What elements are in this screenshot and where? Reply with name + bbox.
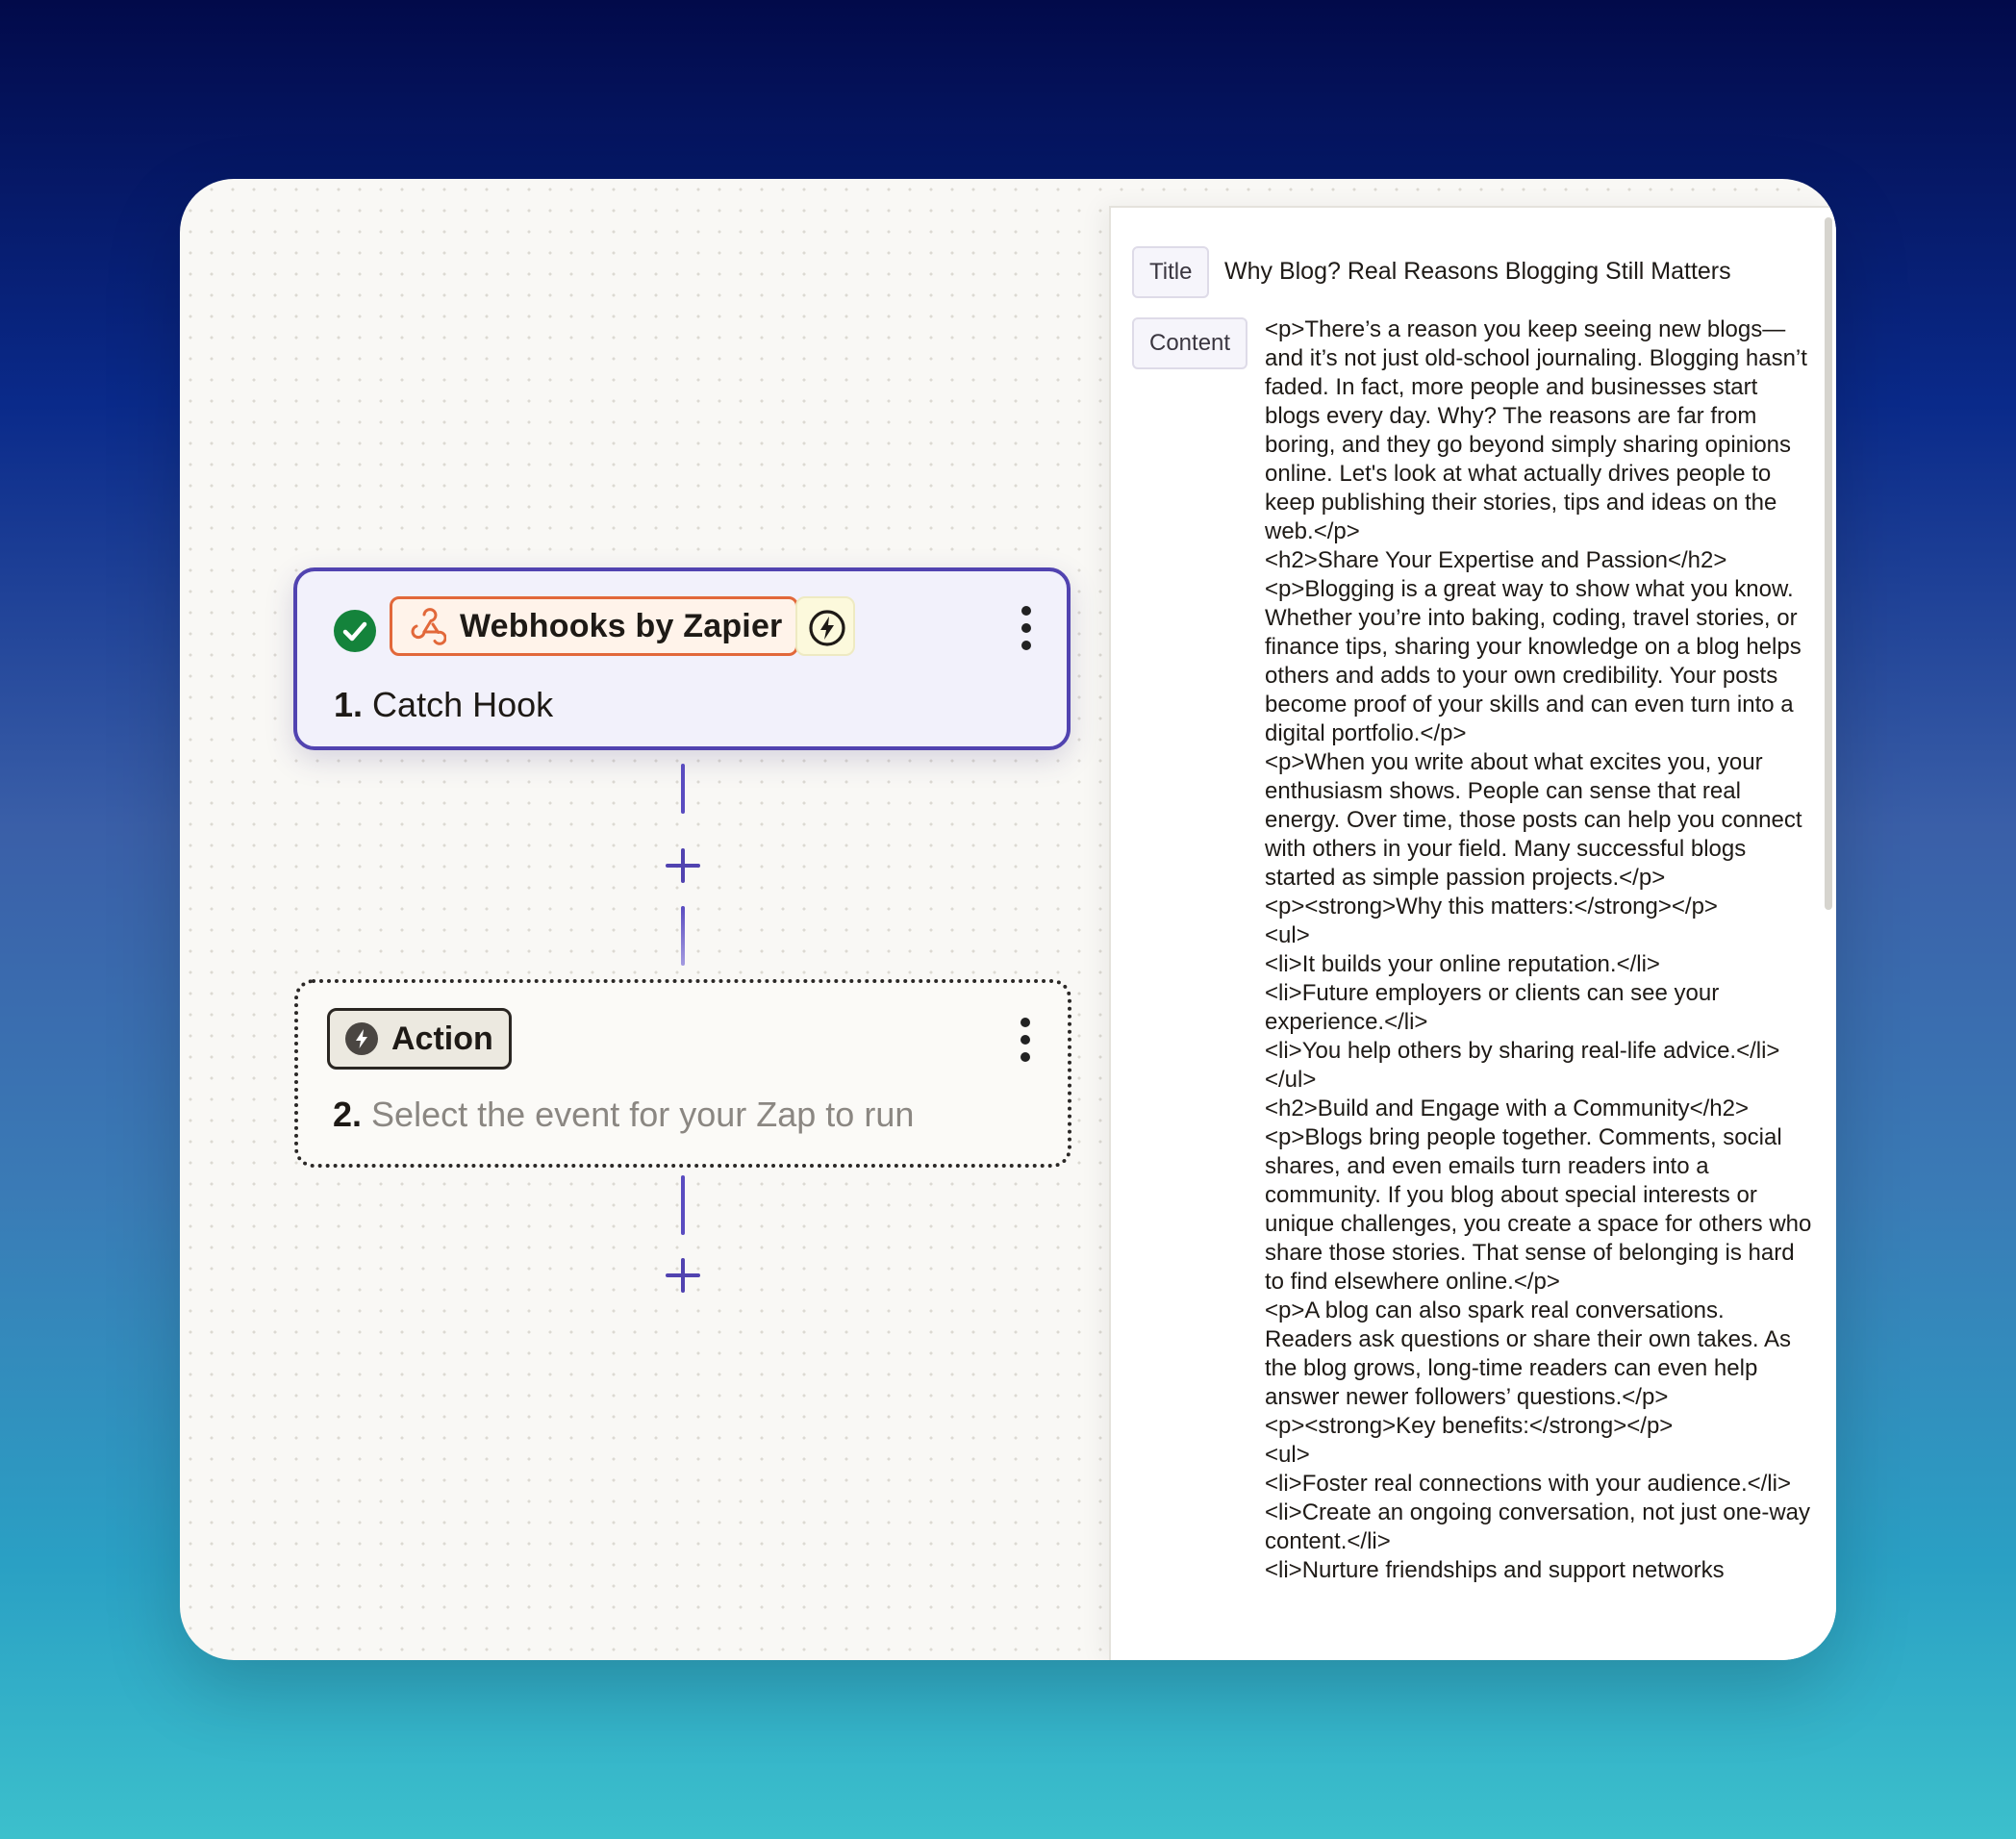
more-options-icon[interactable] [1017, 606, 1036, 650]
step-event-placeholder: Select the event for your Zap to run [371, 1095, 915, 1134]
app-chip-webhooks[interactable]: Webhooks by Zapier [390, 596, 799, 656]
step-number: 2. [333, 1095, 363, 1134]
step-title: 1. Catch Hook [334, 685, 553, 725]
add-step-plus-icon[interactable] [664, 1256, 702, 1295]
zap-editor-window: Webhooks by Zapier 1. Catch Hook Action [180, 179, 1836, 1660]
instant-trigger-badge [795, 596, 855, 656]
step-title: 2. Select the event for your Zap to run [333, 1095, 914, 1135]
connector-line [681, 1175, 685, 1235]
field-value-title: Why Blog? Real Reasons Blogging Still Ma… [1224, 258, 1731, 285]
app-chip-action[interactable]: Action [327, 1008, 512, 1070]
bolt-icon [345, 1022, 378, 1055]
step-event-name: Catch Hook [372, 685, 554, 724]
data-output-panel[interactable]: Title Why Blog? Real Reasons Blogging St… [1109, 206, 1836, 1660]
panel-scrollbar[interactable] [1825, 217, 1832, 910]
webhook-icon [411, 608, 446, 645]
field-label-content: Content [1132, 317, 1248, 369]
field-label-title: Title [1132, 246, 1210, 298]
connector-line [681, 764, 685, 814]
check-circle-icon [334, 610, 376, 652]
step-number: 1. [334, 685, 364, 724]
bolt-circle-icon [809, 610, 845, 646]
connector-line [681, 906, 685, 966]
field-value-content: <p>There’s a reason you keep seeing new … [1265, 316, 1812, 1583]
step-card-trigger[interactable]: Webhooks by Zapier 1. Catch Hook [293, 567, 1071, 750]
more-options-icon[interactable] [1016, 1018, 1035, 1062]
app-name: Action [391, 1020, 493, 1057]
step-card-action[interactable]: Action 2. Select the event for your Zap … [294, 979, 1071, 1168]
add-step-plus-icon[interactable] [664, 846, 702, 885]
app-name: Webhooks by Zapier [460, 607, 783, 644]
